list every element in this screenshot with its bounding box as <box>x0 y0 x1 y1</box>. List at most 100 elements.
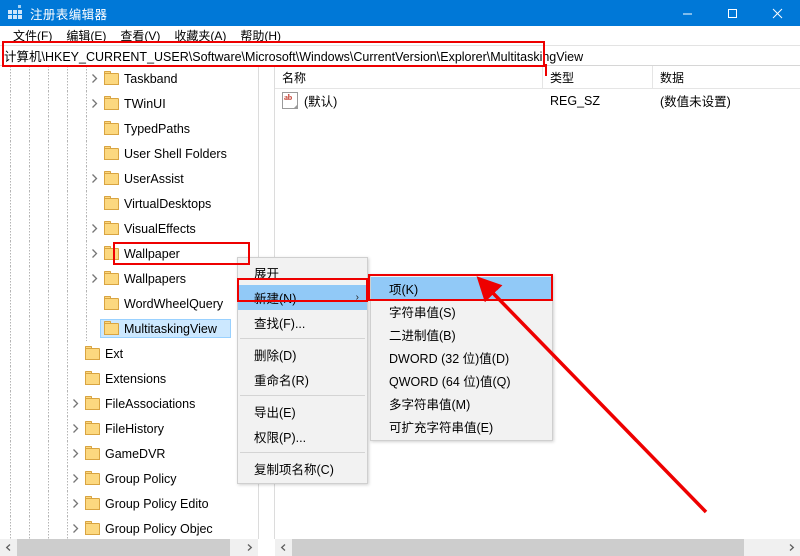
chevron-right-icon[interactable] <box>88 172 101 185</box>
tree-item-virtualdesktops[interactable]: VirtualDesktops <box>0 191 258 216</box>
tree-item-wordwheelquery[interactable]: WordWheelQuery <box>0 291 258 316</box>
chevron-right-icon[interactable] <box>69 497 82 510</box>
folder-icon <box>104 247 119 260</box>
tree-item-extensions[interactable]: Extensions <box>0 366 258 391</box>
ctx-new[interactable]: 新建(N)› <box>238 285 367 310</box>
values-list-body: ab(默认)REG_SZ(数值未设置) <box>275 89 800 112</box>
tree-item-label: WordWheelQuery <box>124 297 223 311</box>
chevron-right-icon[interactable] <box>69 522 82 535</box>
tree-indent-guides <box>0 341 258 366</box>
menu-view[interactable]: 查看(V) <box>113 26 167 45</box>
context-menu-label: 查找(F)... <box>254 313 305 332</box>
submenu-binary[interactable]: 二进制值(B) <box>371 323 552 346</box>
ctx-delete[interactable]: 删除(D) <box>238 342 367 367</box>
ctx-permissions[interactable]: 权限(P)... <box>238 424 367 449</box>
column-type[interactable]: 类型 <box>543 66 653 88</box>
maximize-icon[interactable] <box>710 0 755 26</box>
menu-file[interactable]: 文件(F) <box>6 26 59 45</box>
tree-item-typedpaths[interactable]: TypedPaths <box>0 116 258 141</box>
tree-item-label: FileHistory <box>105 422 164 436</box>
chevron-right-icon[interactable] <box>88 97 101 110</box>
chevron-right-icon: › <box>356 292 359 303</box>
tree-item-userassist[interactable]: UserAssist <box>0 166 258 191</box>
tree-item-taskband[interactable]: Taskband <box>0 66 258 91</box>
registry-tree[interactable]: TaskbandTWinUITypedPaths User Shell Folde… <box>0 66 258 539</box>
context-menu[interactable]: 展开新建(N)› 查找(F)... 删除(D)重命名(R) 导出(E) 权限(P)...… <box>237 257 368 484</box>
folder-icon <box>104 122 119 135</box>
value-row[interactable]: ab(默认)REG_SZ(数值未设置) <box>275 89 800 112</box>
window-title: 注册表编辑器 <box>30 4 107 23</box>
tree-item-multitaskingview[interactable]: MultitaskingView <box>0 316 258 341</box>
submenu-key[interactable]: 项(K) <box>371 277 552 300</box>
tree-item-label: VirtualDesktops <box>124 197 211 211</box>
minimize-icon[interactable] <box>665 0 710 26</box>
submenu-qword[interactable]: QWORD (64 位)值(Q) <box>371 369 552 392</box>
new-submenu[interactable]: 项(K)字符串值(S)二进制值(B)DWORD (32 位)值(D)QWORD … <box>370 274 553 441</box>
submenu-dword[interactable]: DWORD (32 位)值(D) <box>371 346 552 369</box>
tree-item-visualeffects[interactable]: VisualEffects <box>0 216 258 241</box>
chevron-right-icon[interactable] <box>88 247 101 260</box>
ctx-rename[interactable]: 重命名(R) <box>238 367 367 392</box>
tree-item-filehistory[interactable]: FileHistory <box>0 416 258 441</box>
tree-item-gamedvr[interactable]: GameDVR <box>0 441 258 466</box>
folder-icon <box>104 297 119 310</box>
registry-editor-window: 注册表编辑器 文件(F)编辑(E)查看(V)收藏夹(A)帮助(H) 计算机\HK… <box>0 0 800 556</box>
folder-icon <box>85 497 100 510</box>
context-menu-label: 展开 <box>254 263 279 282</box>
chevron-right-icon[interactable] <box>69 397 82 410</box>
context-menu-label: 导出(E) <box>254 402 296 421</box>
tree-item-fileassociations[interactable]: FileAssociations <box>0 391 258 416</box>
tree-item-label: UserAssist <box>124 172 184 186</box>
folder-icon <box>85 422 100 435</box>
ctx-export[interactable]: 导出(E) <box>238 399 367 424</box>
ctx-copy-key-name[interactable]: 复制项名称(C) <box>238 456 367 481</box>
chevron-right-icon[interactable] <box>69 472 82 485</box>
tree-item-user-shell-folders[interactable]: User Shell Folders <box>0 141 258 166</box>
menu-separator <box>240 395 365 396</box>
tree-item-label: Wallpapers <box>124 272 186 286</box>
tree-horizontal-scrollbar[interactable] <box>0 539 258 556</box>
tree-item-group-policy-objec[interactable]: Group Policy Objec <box>0 516 258 539</box>
tree-item-twinui[interactable]: TWinUI <box>0 91 258 116</box>
list-hscroll-thumb[interactable] <box>292 539 744 556</box>
folder-icon <box>104 72 119 85</box>
tree-item-wallpapers[interactable]: Wallpapers <box>0 266 258 291</box>
tree-item-label: FileAssociations <box>105 397 195 411</box>
menu-edit[interactable]: 编辑(E) <box>59 26 113 45</box>
list-scroll-left-icon[interactable] <box>275 539 292 556</box>
close-icon[interactable] <box>755 0 800 26</box>
folder-icon <box>104 197 119 210</box>
tree-item-group-policy-edito[interactable]: Group Policy Edito <box>0 491 258 516</box>
chevron-right-icon[interactable] <box>88 222 101 235</box>
column-data[interactable]: 数据 <box>653 66 800 88</box>
scroll-left-icon[interactable] <box>0 539 17 556</box>
values-list-header: 名称类型数据 <box>275 66 800 89</box>
menu-help[interactable]: 帮助(H) <box>233 26 288 45</box>
tree-item-label: Group Policy <box>105 472 177 486</box>
address-bar[interactable]: 计算机\HKEY_CURRENT_USER\Software\Microsoft… <box>0 45 800 66</box>
ctx-find[interactable]: 查找(F)... <box>238 310 367 335</box>
chevron-right-icon[interactable] <box>69 447 82 460</box>
submenu-multi-string[interactable]: 多字符串值(M) <box>371 392 552 415</box>
tree-item-wallpaper[interactable]: Wallpaper <box>0 241 258 266</box>
scroll-right-icon[interactable] <box>241 539 258 556</box>
menu-bar: 文件(F)编辑(E)查看(V)收藏夹(A)帮助(H) <box>0 26 800 45</box>
ctx-expand[interactable]: 展开 <box>238 260 367 285</box>
tree-item-label: GameDVR <box>105 447 165 461</box>
list-horizontal-scrollbar[interactable] <box>275 539 800 556</box>
chevron-right-icon[interactable] <box>69 422 82 435</box>
menu-favorites[interactable]: 收藏夹(A) <box>167 26 233 45</box>
chevron-right-icon[interactable] <box>88 72 101 85</box>
folder-icon <box>104 172 119 185</box>
folder-icon <box>85 447 100 460</box>
tree-hscroll-thumb[interactable] <box>17 539 230 556</box>
tree-item-ext[interactable]: Ext <box>0 341 258 366</box>
submenu-expand-string[interactable]: 可扩充字符串值(E) <box>371 415 552 438</box>
tree-item-label: User Shell Folders <box>124 147 227 161</box>
tree-item-group-policy[interactable]: Group Policy <box>0 466 258 491</box>
list-scroll-right-icon[interactable] <box>783 539 800 556</box>
address-path[interactable]: 计算机\HKEY_CURRENT_USER\Software\Microsoft… <box>0 46 583 65</box>
column-name[interactable]: 名称 <box>275 66 543 88</box>
submenu-string[interactable]: 字符串值(S) <box>371 300 552 323</box>
chevron-right-icon[interactable] <box>88 272 101 285</box>
